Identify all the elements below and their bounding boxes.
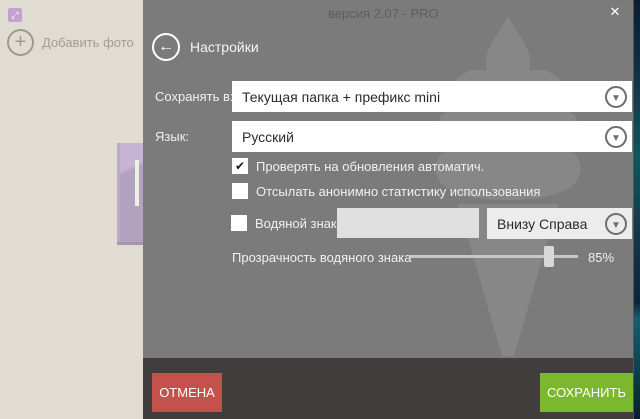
bottom-action-bar: ОТМЕНА СОХРАНИТЬ bbox=[143, 358, 633, 419]
photo-sidebar: ⤢ + Добавить фото bbox=[0, 0, 143, 419]
send-stats-checkbox-row[interactable]: Отсылать анонимно статистику использован… bbox=[232, 183, 540, 199]
watermark-checkbox-row[interactable]: Водяной знак bbox=[231, 215, 337, 231]
transparency-value: 85% bbox=[588, 250, 614, 265]
watermark-label: Водяной знак bbox=[255, 216, 337, 231]
close-icon[interactable]: ✕ bbox=[603, 1, 627, 23]
add-photo-button[interactable]: + Добавить фото bbox=[7, 29, 134, 56]
checkbox-checked-icon[interactable]: ✔ bbox=[232, 158, 248, 174]
watermark-position-value: Внизу Справа bbox=[487, 216, 605, 232]
app-window: ⤢ + Добавить фото версия 2.07 - PRO ✕ ← … bbox=[0, 0, 640, 419]
photo-thumbnail-detail bbox=[135, 160, 139, 206]
check-updates-checkbox-row[interactable]: ✔ Проверять на обновления автоматич. bbox=[232, 158, 484, 174]
checkbox-unchecked-icon[interactable] bbox=[231, 215, 247, 231]
language-value: Русский bbox=[232, 129, 605, 145]
desktop-background-strip bbox=[633, 0, 640, 419]
window-title: версия 2.07 - PRO bbox=[328, 6, 439, 21]
photo-thumbnail[interactable] bbox=[117, 143, 143, 245]
resize-icon[interactable]: ⤢ bbox=[8, 8, 22, 22]
add-photo-label: Добавить фото bbox=[42, 35, 134, 50]
send-stats-label: Отсылать анонимно статистику использован… bbox=[256, 184, 540, 199]
save-to-value: Текущая папка + префикс mini bbox=[232, 89, 605, 105]
transparency-slider-thumb[interactable] bbox=[544, 246, 554, 267]
checkbox-unchecked-icon[interactable] bbox=[232, 183, 248, 199]
save-to-dropdown[interactable]: Текущая папка + префикс mini ▼ bbox=[232, 81, 632, 112]
language-dropdown[interactable]: Русский ▼ bbox=[232, 121, 632, 152]
check-updates-label: Проверять на обновления автоматич. bbox=[256, 159, 484, 174]
chevron-down-icon: ▼ bbox=[605, 126, 627, 148]
chevron-down-icon: ▼ bbox=[605, 86, 627, 108]
settings-panel: версия 2.07 - PRO ✕ ← Настройки Сохранят… bbox=[143, 0, 633, 419]
plus-icon: + bbox=[7, 29, 34, 56]
back-button[interactable]: ← bbox=[152, 33, 180, 61]
watermark-position-dropdown[interactable]: Внизу Справа ▼ bbox=[487, 208, 632, 239]
transparency-label: Прозрачность водяного знака bbox=[232, 250, 411, 265]
page-title: Настройки bbox=[190, 39, 259, 55]
save-button[interactable]: СОХРАНИТЬ bbox=[540, 373, 633, 412]
language-label: Язык: bbox=[155, 129, 189, 144]
chevron-down-icon: ▼ bbox=[605, 213, 627, 235]
cancel-button[interactable]: ОТМЕНА bbox=[152, 373, 222, 412]
save-to-label: Сохранять в: bbox=[155, 89, 234, 104]
watermark-text-input[interactable] bbox=[337, 208, 479, 238]
